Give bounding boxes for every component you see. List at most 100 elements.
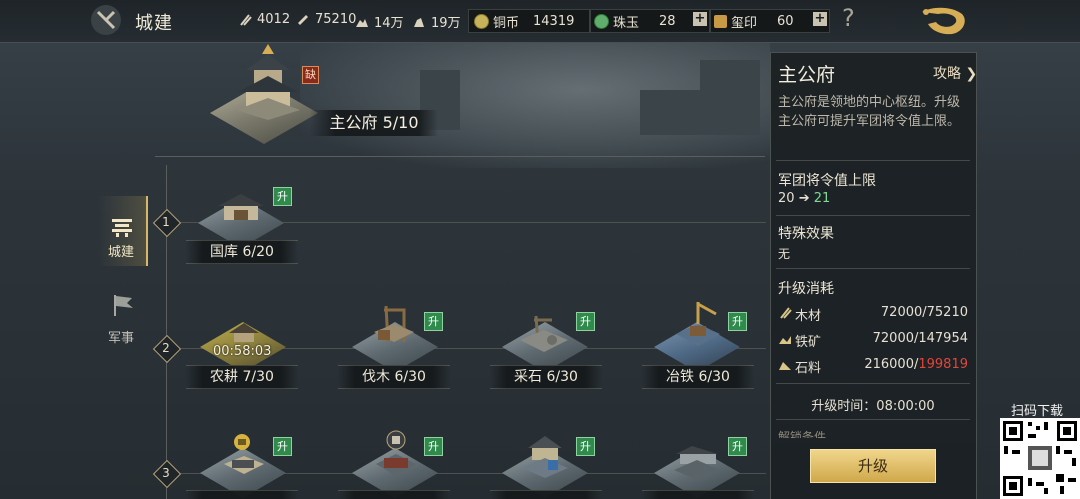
unlock-conditions-heading: 解锁条件 — [778, 430, 827, 438]
guide-link[interactable]: 攻略 ❯ — [933, 63, 977, 83]
cost-stone-amount: 216000/199819 — [864, 357, 968, 372]
nav-item-military-label: 军事 — [108, 331, 135, 346]
cap-to: 21 — [813, 191, 831, 206]
resource-stone-value: 14万 — [374, 16, 404, 31]
currency-seal[interactable]: 玺印 60 — [714, 12, 794, 31]
market-building-icon — [224, 434, 264, 474]
lumber-mill-icon — [374, 305, 414, 343]
resource-wood[interactable]: 4012 — [238, 12, 290, 27]
wood-icon — [780, 307, 792, 319]
cost-stone-owned: 199819 — [918, 357, 968, 372]
treasury-label: 国库 6/20 — [186, 240, 298, 264]
cost-row-iron: 铁矿 72000/147954 — [778, 331, 968, 350]
tier3-b-upgrade-badge: 升 — [424, 437, 443, 456]
arrow-right-icon: ➔ — [798, 191, 810, 206]
treasury-upgrade-badge: 升 — [273, 187, 292, 206]
help-button[interactable]: ? — [842, 4, 855, 32]
add-jade-button[interactable]: + — [693, 12, 707, 26]
barracks-building-icon — [522, 436, 568, 478]
tier3-b-label — [338, 490, 450, 499]
copper-coin-icon — [474, 14, 489, 29]
city-build-icon — [112, 219, 132, 237]
qr-code-icon[interactable] — [1000, 418, 1080, 499]
seal-hall-building-icon — [376, 430, 416, 476]
effect-value: 无 — [778, 247, 791, 261]
qr-download-label: 扫码下载 — [1011, 404, 1064, 419]
quarry-upgrade-badge: 升 — [576, 312, 595, 331]
back-button[interactable] — [88, 2, 124, 38]
tier-2-number: 2 — [162, 341, 170, 355]
panel-description: 主公府是领地的中心枢纽。升级主公府可提升军团将令值上限。 — [778, 95, 961, 129]
tier3-a-upgrade-badge: 升 — [273, 437, 292, 456]
cap-change: 20 ➔ 21 — [778, 191, 830, 206]
treasury-building-icon — [218, 194, 264, 220]
resource-stone[interactable]: 14万 — [355, 12, 404, 31]
currency-jade-label: 珠玉 — [613, 16, 640, 31]
lumber-label: 伐木 6/30 — [338, 365, 450, 389]
currency-seal-value: 60 — [777, 14, 794, 29]
tier3-d-label — [642, 490, 754, 499]
page-title: 城建 — [135, 13, 173, 34]
cost-row-stone: 石料 216000/199819 — [778, 357, 968, 376]
main-building-label: 主公府 5/10 — [310, 110, 438, 136]
cost-heading: 升级消耗 — [778, 281, 834, 297]
panel-separator — [776, 419, 970, 420]
quarry-building-icon — [520, 315, 568, 352]
workshop-building-icon — [674, 446, 720, 480]
currency-seal-label: 玺印 — [731, 16, 758, 31]
resource-iron[interactable]: 75210 — [296, 12, 356, 27]
lumber-upgrade-badge: 升 — [424, 312, 443, 331]
cap-from: 20 — [778, 191, 795, 206]
wood-icon — [240, 13, 252, 26]
resource-wood-value: 4012 — [257, 12, 291, 27]
currency-copper[interactable]: 铜币 14319 — [474, 12, 574, 31]
cost-wood-label: 木材 — [795, 309, 822, 324]
upgrade-time: 升级时间：08:00:00 — [811, 399, 935, 414]
effect-heading: 特殊效果 — [778, 226, 834, 242]
stone-icon — [779, 362, 791, 370]
smelter-label: 冶铁 6/30 — [642, 365, 754, 389]
nav-item-city-label: 城建 — [108, 245, 135, 260]
upgrade-button[interactable]: 升级 — [810, 449, 936, 483]
resource-shortage-badge: 缺 — [302, 66, 319, 84]
stone-icon — [356, 18, 368, 27]
cap-heading: 军团将令值上限 — [778, 173, 876, 189]
currency-copper-label: 铜币 — [493, 16, 520, 31]
top-bar: 城建 4012 75210 14万 19万 铜币 14319 珠玉 28 + 玺… — [0, 0, 1080, 43]
currency-jade[interactable]: 珠玉 28 — [594, 12, 676, 31]
cost-wood-amount: 72000/75210 — [880, 305, 968, 320]
main-building-palace-icon — [236, 44, 300, 120]
grain-icon — [414, 17, 424, 27]
resource-grain[interactable]: 19万 — [412, 12, 461, 31]
resource-grain-value: 19万 — [431, 16, 461, 31]
smelter-upgrade-badge: 升 — [728, 312, 747, 331]
smelter-building-icon — [676, 302, 720, 346]
seal-icon — [714, 15, 727, 28]
dragon-logo-icon[interactable] — [918, 4, 970, 38]
panel-separator — [776, 383, 970, 384]
add-seal-button[interactable]: + — [813, 12, 827, 26]
panel-separator — [776, 268, 970, 269]
tier-1-number: 1 — [162, 215, 170, 229]
cost-iron-amount: 72000/147954 — [872, 331, 968, 346]
panel-title: 主公府 — [778, 64, 836, 86]
resource-iron-value: 75210 — [315, 12, 357, 27]
tier3-c-upgrade-badge: 升 — [576, 437, 595, 456]
background-gate — [700, 60, 760, 135]
cost-row-wood: 木材 72000/75210 — [778, 305, 968, 324]
tier-3-number: 3 — [162, 466, 170, 480]
cost-iron-label: 铁矿 — [795, 335, 822, 350]
currency-jade-value: 28 — [659, 14, 676, 29]
cost-stone-label: 石料 — [795, 361, 822, 376]
tier3-c-label — [490, 490, 602, 499]
iron-icon — [298, 14, 308, 25]
panel-separator — [776, 160, 970, 161]
military-flag-icon — [114, 295, 133, 316]
tier3-a-label — [186, 490, 298, 499]
iron-icon — [779, 336, 791, 344]
main-divider — [155, 156, 765, 157]
farm-timer: 00:58:03 — [213, 344, 272, 359]
chevron-right-icon: ❯ — [965, 66, 978, 82]
jade-icon — [594, 14, 609, 29]
cost-stone-need: 216000/ — [864, 357, 919, 372]
